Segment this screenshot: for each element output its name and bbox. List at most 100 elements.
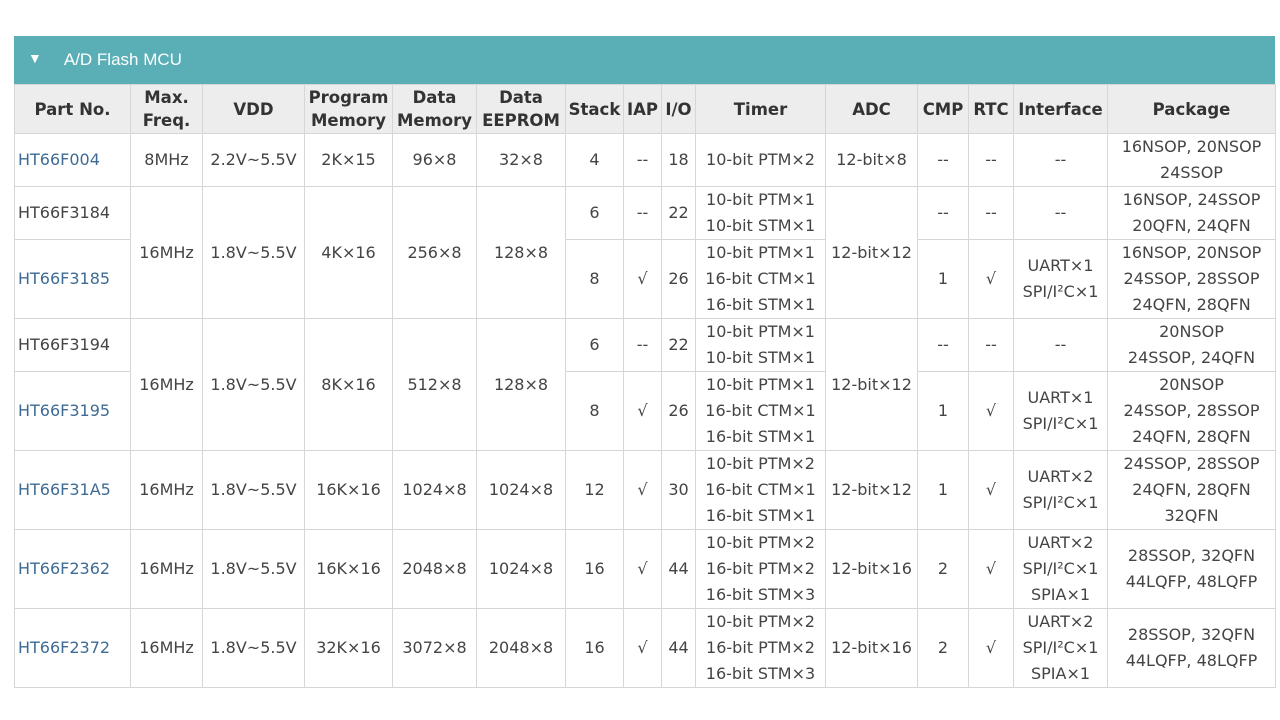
program-memory-cell: 16K×16 (304, 529, 393, 609)
col-stack: Stack (565, 84, 624, 134)
adc-cell: 12-bit×12 (825, 318, 918, 451)
timer-cell: 10-bit PTM×2 (695, 133, 826, 187)
rtc-cell: √ (968, 239, 1014, 319)
adc-cell: 12-bit×12 (825, 450, 918, 530)
adc-cell: 12-bit×16 (825, 529, 918, 609)
timer-cell: 10-bit PTM×1 16-bit CTM×1 16-bit STM×1 (695, 239, 826, 319)
data-eeprom-cell: 1024×8 (476, 529, 566, 609)
timer-cell: 10-bit PTM×1 16-bit CTM×1 16-bit STM×1 (695, 371, 826, 451)
timer-cell: 10-bit PTM×1 10-bit STM×1 (695, 186, 826, 240)
table-header-row: Part No. Max. Freq. VDD Program Memory Dat… (14, 84, 1276, 134)
table-row: HT66F004 8MHz 2.2V~5.5V 2K×15 96×8 32×8 … (14, 133, 1276, 187)
rtc-cell: -- (968, 318, 1014, 372)
col-data-memory: Data Memory (392, 84, 477, 134)
package-cell: 16NSOP, 20NSOP 24SSOP (1107, 133, 1276, 187)
program-memory-cell: 2K×15 (304, 133, 393, 187)
col-vdd: VDD (202, 84, 305, 134)
io-cell: 22 (661, 318, 696, 372)
io-cell: 44 (661, 529, 696, 609)
iap-cell: -- (623, 318, 662, 372)
part-number-link[interactable]: HT66F3195 (14, 371, 131, 451)
stack-cell: 6 (565, 318, 624, 372)
vdd-cell: 2.2V~5.5V (202, 133, 305, 187)
program-memory-cell: 4K×16 (304, 186, 393, 319)
data-memory-cell: 96×8 (392, 133, 477, 187)
interface-cell: UART×2 SPI/I²C×1 SPIA×1 (1013, 529, 1108, 609)
vdd-cell: 1.8V~5.5V (202, 186, 305, 319)
rtc-cell: √ (968, 371, 1014, 451)
table-row: HT66F3194 16MHz 1.8V~5.5V 8K×16 512×8 12… (14, 318, 1276, 451)
program-memory-cell: 16K×16 (304, 450, 393, 530)
interface-cell: -- (1013, 318, 1108, 372)
col-part-no: Part No. (14, 84, 131, 134)
part-number-link[interactable]: HT66F004 (14, 133, 131, 187)
vdd-cell: 1.8V~5.5V (202, 450, 305, 530)
rtc-cell: √ (968, 529, 1014, 609)
timer-cell: 10-bit PTM×2 16-bit PTM×2 16-bit STM×3 (695, 608, 826, 688)
col-package: Package (1107, 84, 1276, 134)
part-number-link[interactable]: HT66F2372 (14, 608, 131, 688)
interface-cell: UART×1 SPI/I²C×1 (1013, 239, 1108, 319)
vdd-cell: 1.8V~5.5V (202, 608, 305, 688)
part-number-link[interactable]: HT66F2362 (14, 529, 131, 609)
rtc-cell: -- (968, 186, 1014, 240)
max-freq-cell: 16MHz (130, 450, 203, 530)
stack-cell: 6 (565, 186, 624, 240)
table-row: HT66F2362 16MHz 1.8V~5.5V 16K×16 2048×8 … (14, 529, 1276, 609)
vdd-cell: 1.8V~5.5V (202, 529, 305, 609)
cmp-cell: -- (917, 186, 969, 240)
rtc-cell: √ (968, 450, 1014, 530)
package-cell: 20NSOP 24SSOP, 28SSOP 24QFN, 28QFN (1107, 371, 1276, 451)
stack-cell: 8 (565, 371, 624, 451)
iap-cell: -- (623, 186, 662, 240)
data-eeprom-cell: 1024×8 (476, 450, 566, 530)
data-eeprom-cell: 2048×8 (476, 608, 566, 688)
mcu-spec-table: Part No. Max. Freq. VDD Program Memory Dat… (14, 84, 1276, 688)
io-cell: 22 (661, 186, 696, 240)
stack-cell: 12 (565, 450, 624, 530)
package-cell: 20NSOP 24SSOP, 24QFN (1107, 318, 1276, 372)
col-adc: ADC (825, 84, 918, 134)
table-row: HT66F31A5 16MHz 1.8V~5.5V 16K×16 1024×8 … (14, 450, 1276, 530)
io-cell: 30 (661, 450, 696, 530)
adc-cell: 12-bit×8 (825, 133, 918, 187)
part-number-link[interactable]: HT66F3185 (14, 239, 131, 319)
max-freq-cell: 8MHz (130, 133, 203, 187)
iap-cell: √ (623, 529, 662, 609)
data-memory-cell: 2048×8 (392, 529, 477, 609)
package-cell: 24SSOP, 28SSOP 24QFN, 28QFN 32QFN (1107, 450, 1276, 530)
interface-cell: -- (1013, 186, 1108, 240)
interface-cell: UART×1 SPI/I²C×1 (1013, 371, 1108, 451)
io-cell: 26 (661, 239, 696, 319)
stack-cell: 16 (565, 529, 624, 609)
collapse-triangle-icon[interactable]: ▼ (28, 50, 42, 66)
io-cell: 18 (661, 133, 696, 187)
iap-cell: √ (623, 239, 662, 319)
cmp-cell: -- (917, 318, 969, 372)
data-eeprom-cell: 32×8 (476, 133, 566, 187)
cmp-cell: 2 (917, 608, 969, 688)
data-memory-cell: 256×8 (392, 186, 477, 319)
max-freq-cell: 16MHz (130, 608, 203, 688)
cmp-cell: -- (917, 133, 969, 187)
col-interface: Interface (1013, 84, 1108, 134)
part-number-link[interactable]: HT66F31A5 (14, 450, 131, 530)
cmp-cell: 1 (917, 371, 969, 451)
part-number-cell: HT66F3194 (14, 318, 131, 372)
program-memory-cell: 32K×16 (304, 608, 393, 688)
col-data-eeprom: Data EEPROM (476, 84, 566, 134)
rtc-cell: -- (968, 133, 1014, 187)
timer-cell: 10-bit PTM×2 16-bit PTM×2 16-bit STM×3 (695, 529, 826, 609)
package-cell: 16NSOP, 20NSOP 24SSOP, 28SSOP 24QFN, 28QFN (1107, 239, 1276, 319)
timer-cell: 10-bit PTM×1 10-bit STM×1 (695, 318, 826, 372)
max-freq-cell: 16MHz (130, 186, 203, 319)
timer-cell: 10-bit PTM×2 16-bit CTM×1 16-bit STM×1 (695, 450, 826, 530)
interface-cell: UART×2 SPI/I²C×1 (1013, 450, 1108, 530)
cmp-cell: 1 (917, 239, 969, 319)
data-memory-cell: 1024×8 (392, 450, 477, 530)
section-header[interactable]: ▼ A/D Flash MCU (14, 36, 1275, 84)
package-cell: 16NSOP, 24SSOP 20QFN, 24QFN (1107, 186, 1276, 240)
stack-cell: 4 (565, 133, 624, 187)
table-row: HT66F2372 16MHz 1.8V~5.5V 32K×16 3072×8 … (14, 608, 1276, 688)
adc-cell: 12-bit×16 (825, 608, 918, 688)
